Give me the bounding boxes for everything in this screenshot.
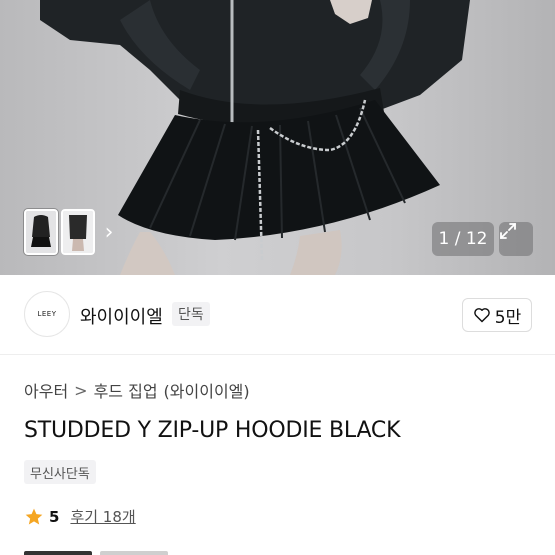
- star-icon: [25, 508, 43, 524]
- breadcrumb-brand[interactable]: (와이이이엘): [164, 378, 250, 402]
- rating-row: 5 후기 18개: [24, 506, 136, 527]
- thumbnail-strip: ›: [24, 208, 120, 256]
- thumbnail-2[interactable]: [61, 209, 95, 255]
- brand-row: LEEY 와이이이엘 단독 5만: [0, 275, 555, 355]
- brand-logo[interactable]: LEEY: [24, 291, 70, 337]
- rating-value: 5: [49, 507, 60, 526]
- breadcrumb: 아우터 > 후드 집업 (와이이이엘): [24, 378, 250, 402]
- breadcrumb-separator: >: [74, 380, 88, 400]
- thumbnail-1[interactable]: [24, 209, 58, 255]
- product-title: STUDDED Y ZIP-UP HOODIE BLACK: [24, 418, 401, 443]
- heart-icon: [473, 308, 490, 323]
- review-link[interactable]: 후기 18개: [70, 506, 135, 527]
- chevron-right-icon[interactable]: ›: [98, 209, 120, 255]
- product-main-image[interactable]: › 1 / 12: [0, 0, 555, 275]
- like-button[interactable]: 5만: [462, 298, 532, 332]
- bottom-tab-2[interactable]: [100, 551, 168, 555]
- expand-icon[interactable]: [499, 222, 533, 256]
- brand-exclusive-tag: 단독: [172, 302, 210, 326]
- exclusive-badge: 무신사단독: [24, 460, 96, 484]
- like-count: 5만: [494, 307, 522, 328]
- breadcrumb-subcategory[interactable]: 후드 집업: [94, 378, 158, 402]
- image-counter: 1 / 12: [432, 222, 494, 256]
- breadcrumb-category[interactable]: 아우터: [24, 378, 68, 402]
- brand-name[interactable]: 와이이이엘: [80, 303, 163, 329]
- bottom-tab-1[interactable]: [24, 551, 92, 555]
- bottom-tabs: [24, 551, 168, 555]
